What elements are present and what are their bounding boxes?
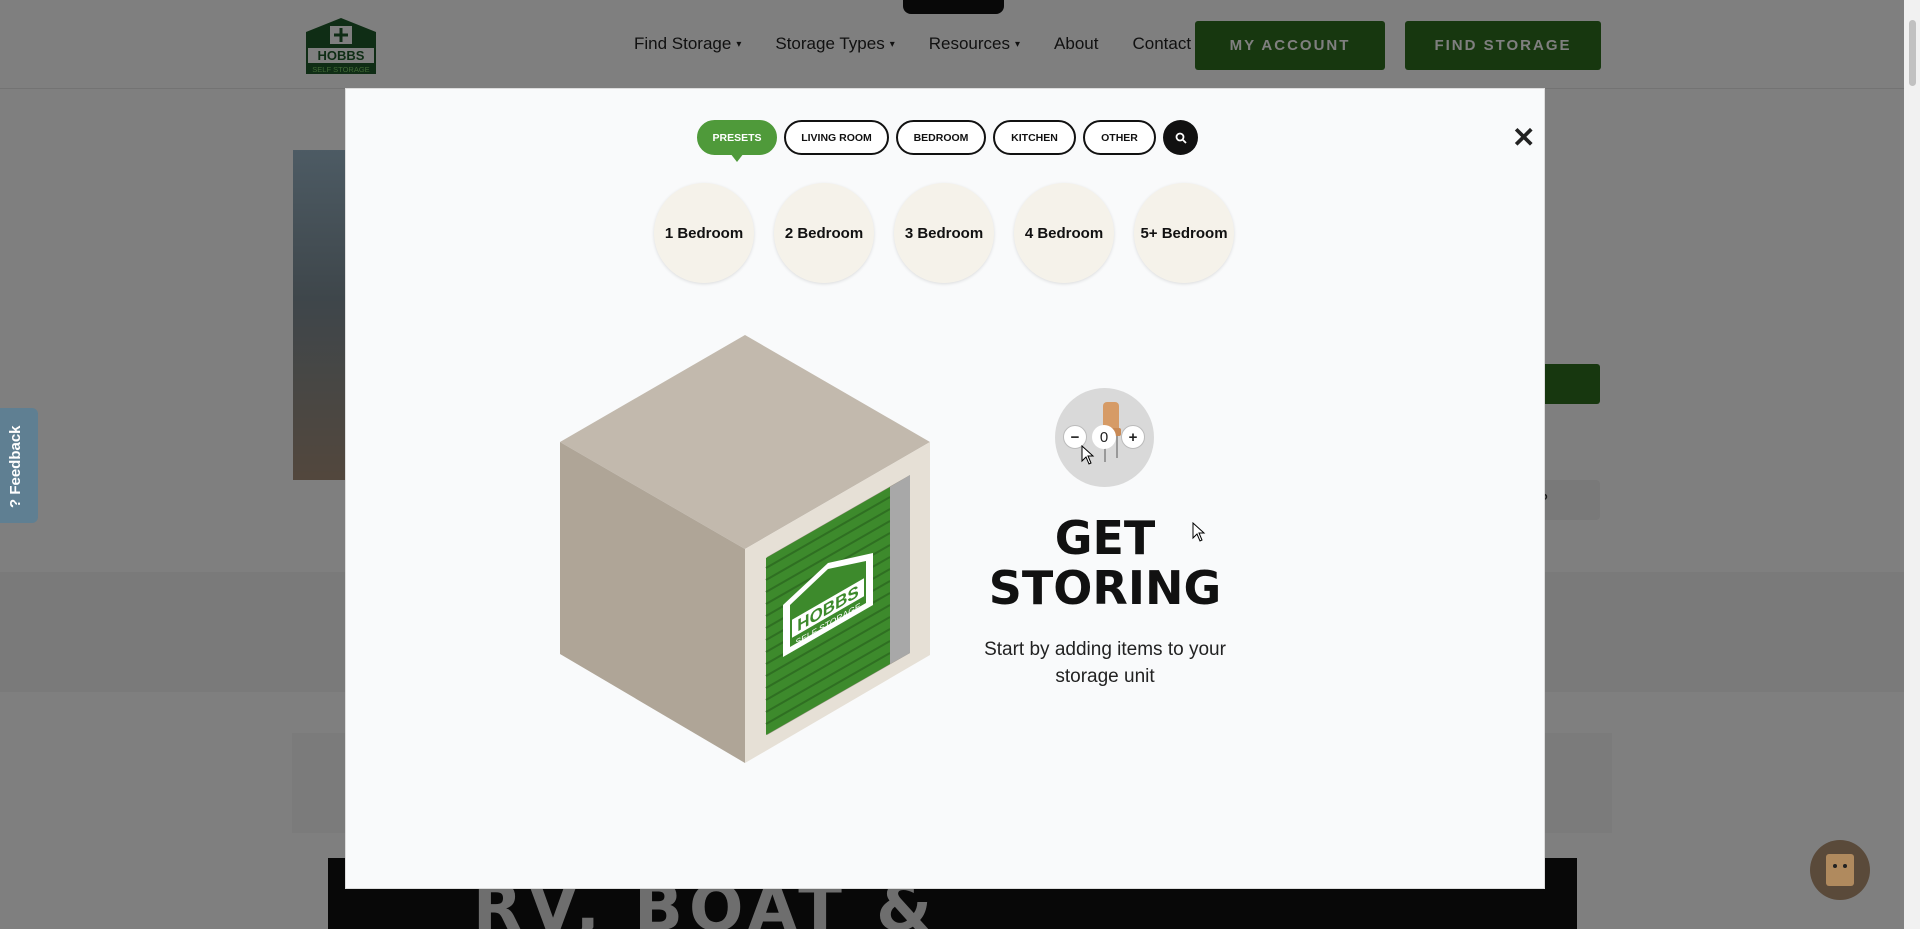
preset-2-bedroom[interactable]: 2 Bedroom (774, 183, 874, 283)
tab-bedroom[interactable]: BEDROOM (896, 120, 986, 155)
tab-kitchen[interactable]: KITCHEN (993, 120, 1076, 155)
magnifier-glyph (1175, 132, 1187, 144)
preset-1-bedroom[interactable]: 1 Bedroom (654, 183, 754, 283)
preset-5-plus-bedroom[interactable]: 5+ Bedroom (1134, 183, 1234, 283)
item-count: 0 (1092, 425, 1116, 449)
mouse-cursor-icon (1192, 522, 1206, 542)
feedback-label: ? Feedback (7, 425, 24, 508)
category-tabs: PRESETS LIVING ROOM BEDROOM KITCHEN OTHE… (697, 120, 1198, 162)
tab-living-room[interactable]: LIVING ROOM (784, 120, 889, 155)
preset-4-bedroom[interactable]: 4 Bedroom (1014, 183, 1114, 283)
tab-other[interactable]: OTHER (1083, 120, 1156, 155)
increment-button[interactable]: + (1121, 425, 1145, 449)
preset-list: 1 Bedroom 2 Bedroom 3 Bedroom 4 Bedroom … (654, 183, 1234, 283)
box-mascot-icon (1826, 854, 1854, 886)
page-scrollbar[interactable] (1904, 0, 1920, 929)
tab-presets[interactable]: PRESETS (697, 120, 777, 162)
close-icon[interactable]: ✕ (1512, 124, 1535, 152)
headline-line-1: GET (1054, 511, 1156, 565)
preset-3-bedroom[interactable]: 3 Bedroom (894, 183, 994, 283)
scrollbar-thumb[interactable] (1909, 20, 1916, 86)
get-storing-headline: GET STORING (950, 513, 1260, 613)
search-icon[interactable] (1163, 120, 1198, 155)
mouse-cursor-icon (1081, 445, 1095, 465)
instruction-text: Start by adding items to your storage un… (984, 639, 1226, 687)
feedback-tab[interactable]: ? Feedback (0, 408, 38, 523)
storage-unit-illustration: HOBBS SELF STORAGE (560, 335, 930, 763)
headline-line-2: STORING (988, 561, 1222, 615)
chat-widget-button[interactable] (1810, 840, 1870, 900)
